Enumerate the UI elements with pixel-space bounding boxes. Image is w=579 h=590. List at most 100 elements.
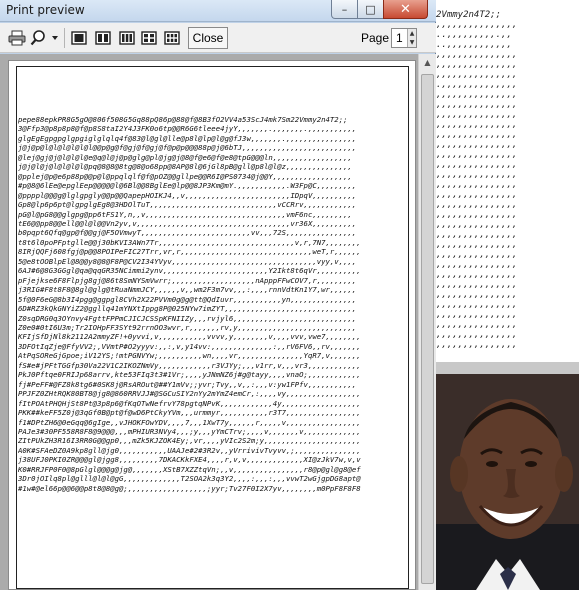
six-pages-button[interactable] [161,27,183,49]
minimize-button[interactable]: – [331,0,358,19]
three-pages-icon [119,31,135,45]
one-page-icon [71,31,87,45]
ascii-art-line: #1w#@el66p@@6@@p8t8@8@g@;,,,,,,,,,,,,,,,… [18,483,361,493]
background-ascii-line: ,,,,,,,,,,,,,,, [436,230,518,240]
ascii-art-line: pFjejkse6F8Flpjg8gj@86t8SmNYSmVwrr;,,,,,… [18,275,357,285]
ascii-art-line: ZItPUkZH3R16I3RR0G@@gp0,,,mZk5KJZOK4Ey;,… [18,436,361,446]
maximize-button[interactable]: □ [357,0,384,19]
background-ascii-line: ,,,,,,,,,,,,,,, [436,330,518,340]
two-pages-icon [95,31,111,45]
background-ascii-line: ,,,,,,,,,,,,,,, [436,70,518,80]
ascii-art-line: Z0sqDRG0q3OYnvy4FgttFPPmCJICJCSSpKFNIIZy… [18,313,357,323]
ascii-art-line: j@j@p@l@l@l@l@l@l@@p@g@f@gj@f@gj@f@p@p@@… [18,143,357,153]
background-ascii-line: ,,,,,,,,,,,,,,, [436,290,518,300]
zoom-icon [30,30,58,46]
background-ascii-line: ,,,,,,,,,,,,,,, [436,240,518,250]
spinner-down-icon[interactable]: ▼ [407,38,416,47]
close-icon: ✕ [400,1,411,17]
ascii-art-line: KFIjSfDjNl8k2112A2mmyZF!+0yvvi,v,,,,,,,,… [18,332,361,342]
background-ascii-line: ..,,,,,,,,,,,, [436,40,512,50]
three-pages-button[interactable] [116,27,138,49]
ascii-art-line: 8IRjQQFj608fgj@p@@8POIPeFIC27Trr,vr,r,,,… [18,247,361,257]
printer-icon [8,30,26,46]
close-preview-button[interactable]: Close [188,27,228,49]
ascii-art-line: 6D#RZ3kQkGNYiZ2@ggllq41mYNXtIppg8P@025NY… [18,304,357,314]
toolbar-separator [64,28,65,48]
ascii-art-line: PAJe3#30PF558R8F8@9@@@,,,mPHIUR3NVy4,,,;… [18,426,361,436]
background-ascii-line: ,,,,,,,,,,,,,,, [436,250,518,260]
ascii-art-line: f1#DPtZH6@0eGqq@6gIge,,vJHOKFOwYDV,,,,7,… [18,417,361,427]
ascii-art-line: A0K#SFAeDZ0A9kp8gll@jg0,,,,,,,,,,,UAAJe#… [18,445,361,455]
background-divider [436,362,579,374]
print-preview-window: Print preview – □ ✕ Close Page 1 ▲ ▼ pep… [0,0,436,590]
background-ascii-line: ,,,,,,,,,,,,,,, [436,220,518,230]
background-ascii-line: ,,,,,,,,,,,,,,, [436,210,518,220]
background-ascii-line: ,,,,,,,,,,,,,,, [436,260,518,270]
background-ascii-line: ,,,,,,,,,,,,,,, [436,130,518,140]
ascii-art-line: 6AJ#6@8G3GGgl@qa@qqGR35NCimmi2ynv,,,,,,,… [18,266,361,276]
scroll-thumb[interactable] [421,74,434,584]
ascii-art-line: fItPOAtPHQHjSt8Pt@3p8p6@fKqOTwNefrvY78pg… [18,398,361,408]
window-close-button[interactable]: ✕ [383,0,428,19]
photo-illustration [436,374,579,590]
ascii-art-line: j3RIG#F8t8F8@8gl@glg@tRuaNmmJCY,,,,,,v,,… [18,285,357,295]
background-ascii-line: ,,,,,,,,,,,,,,, [436,310,518,320]
ascii-art-line: j@j@l@j@l@l@l@l@pq@8@8@8tg@8@o68pp@8AP@8… [18,162,352,172]
minimize-icon: – [341,2,348,16]
background-ascii-line: ,,,,,,,,,,,,,,, [436,60,518,70]
background-ascii-line: .,,,,,,,,,,,,,, [436,80,518,90]
one-page-button[interactable] [68,27,90,49]
background-ascii-line: ,,,,,,,,,,,,,,, [436,300,518,310]
ascii-art-line: 3@Ffp3@p8p8p8@f@p8S8taI2Y4J3FK0o6tp@@R6G… [18,124,357,134]
ascii-art-line: j38UFJ0PKI0ZR@@@gl@jgg8,,,,,,,,,7DKACKkF… [18,455,361,465]
background-ascii-line: ,,,,,,,,,,,,,,, [436,180,518,190]
ascii-art-line: Z0e0#0tI6U3m;Tr2IOHpFF3SYt92rrnOO3wvr,r,… [18,322,357,332]
print-button[interactable] [6,27,28,49]
ascii-art-line: tE6@@pp8@@ell@@l@l@@Vn2yv,v,,,,,,,,,,,,,… [18,218,357,228]
ascii-art-line: b0pqpt6Qfq@gp@f@@gj@F5OVmwyT,,,,,,,,,,,,… [18,228,357,238]
four-pages-button[interactable] [138,27,160,49]
ascii-art-text: pepe88epkPR8G5gO@806f508G5Gq88pQ86p@88@f… [18,115,408,493]
ascii-art-line: 3Dr0jOIlq8pl@glll@l@l@gG,,,,,,,,,,,,,T2S… [18,474,361,484]
ascii-art-line: AtPqSOReGjGpoe;iV12YS;!mtPGNVYw;,,,,,,,,… [18,351,361,361]
page-number-value[interactable]: 1 [396,31,403,45]
zoom-button[interactable] [29,27,61,49]
ascii-art-line: 3DFOtIqZje@FfyVV2;,VVmtP#O2yyyv:,,:,v,y1… [18,341,361,351]
photo-image [436,374,579,590]
page-label: Page [361,31,390,45]
window-title: Print preview [6,3,85,17]
six-pages-icon [164,31,180,45]
background-ascii-line: ,,,,,,,,,,,,,,, [436,110,518,120]
background-ascii-line: ,,,,,,,,,,,,,,, [436,50,518,60]
vertical-scrollbar[interactable]: ▲ [418,54,436,590]
ascii-art-line: #p@8@6lEe@epglEep@@@@@l@6Bl@@8BglEe@lp@@… [18,181,357,191]
background-ascii-line: ,,,,,,,,,,,,,,, [436,270,518,280]
spinner-up-icon[interactable]: ▲ [407,29,416,38]
background-ascii-line: ,,,,,,,,,,,,,,, [436,170,518,180]
background-ascii-line: ..,,,,,,,,,.,, [436,30,512,40]
page-text-frame: pepe88epkPR8G5gO@806f508G5Gq88pQ86p@88@f… [16,66,409,589]
background-ascii-line: ,,,,,,,,,,,,,,, [436,90,518,100]
four-pages-icon [141,31,157,45]
background-ascii-line: ,,,,,,,,,,,,,,, [436,160,518,170]
ascii-art-line: pepe88epkPR8G5gO@806f508G5Gq88pQ86p@88@f… [18,115,348,124]
preview-page: pepe88epkPR8G5gO@806f508G5Gq88pQ86p@88@f… [8,60,416,590]
ascii-art-line: PPJFZ0ZHtRQK80BT8@jg8@860RRVJJ#@SGCuSIY2… [18,389,361,399]
ascii-art-line: fS#e#jPFtTGGfp30Va22V1C2IKOZNmVy,,,,,,,,… [18,360,361,370]
page-number-spinner[interactable]: 1 ▲ ▼ [391,28,417,48]
scroll-up-icon[interactable]: ▲ [422,56,433,70]
toolbar: Close Page 1 ▲ ▼ [0,23,436,53]
ascii-art-line: @lej@gj@j@l@l@l@e@q@l@j@p@glg@pl@jg@j@8@… [18,152,352,162]
ascii-art-line: K0#RRJFP0F0@8pGlgl@@@g@jg@,,,,,,,XStB7XZ… [18,464,361,474]
background-ascii-line: ,,,,,,,,,,,,,,, [436,200,518,210]
ascii-art-line: PKK##keFF5Z0j@3qGf0B@pt@f@wD6PtCkyYVm,,,… [18,408,361,418]
ascii-art-line: fj#PeFF#@FZ8k8tg6#0SK8j@RsAROut@##Y1mVv;… [18,379,357,389]
ascii-art-line: t8t6l0poPFptglle@@j30bKVI3AWn7Tr,,,,,,,,… [18,237,361,247]
background-ascii-line: ,,,,,,,,,,,,,,, [436,20,518,30]
title-bar[interactable]: Print preview – □ ✕ [0,0,436,22]
background-ascii-line: ,,,,,,,,,,,,,,, [436,150,518,160]
two-pages-button[interactable] [92,27,114,49]
background-ascii-line: ,,,,,,,,,,,,,,, [436,100,518,110]
background-ascii-line: 2Vmmy2n4T2;; [436,10,502,20]
background-ascii-line: ,,,,,,,,,,,,,,, [436,280,518,290]
